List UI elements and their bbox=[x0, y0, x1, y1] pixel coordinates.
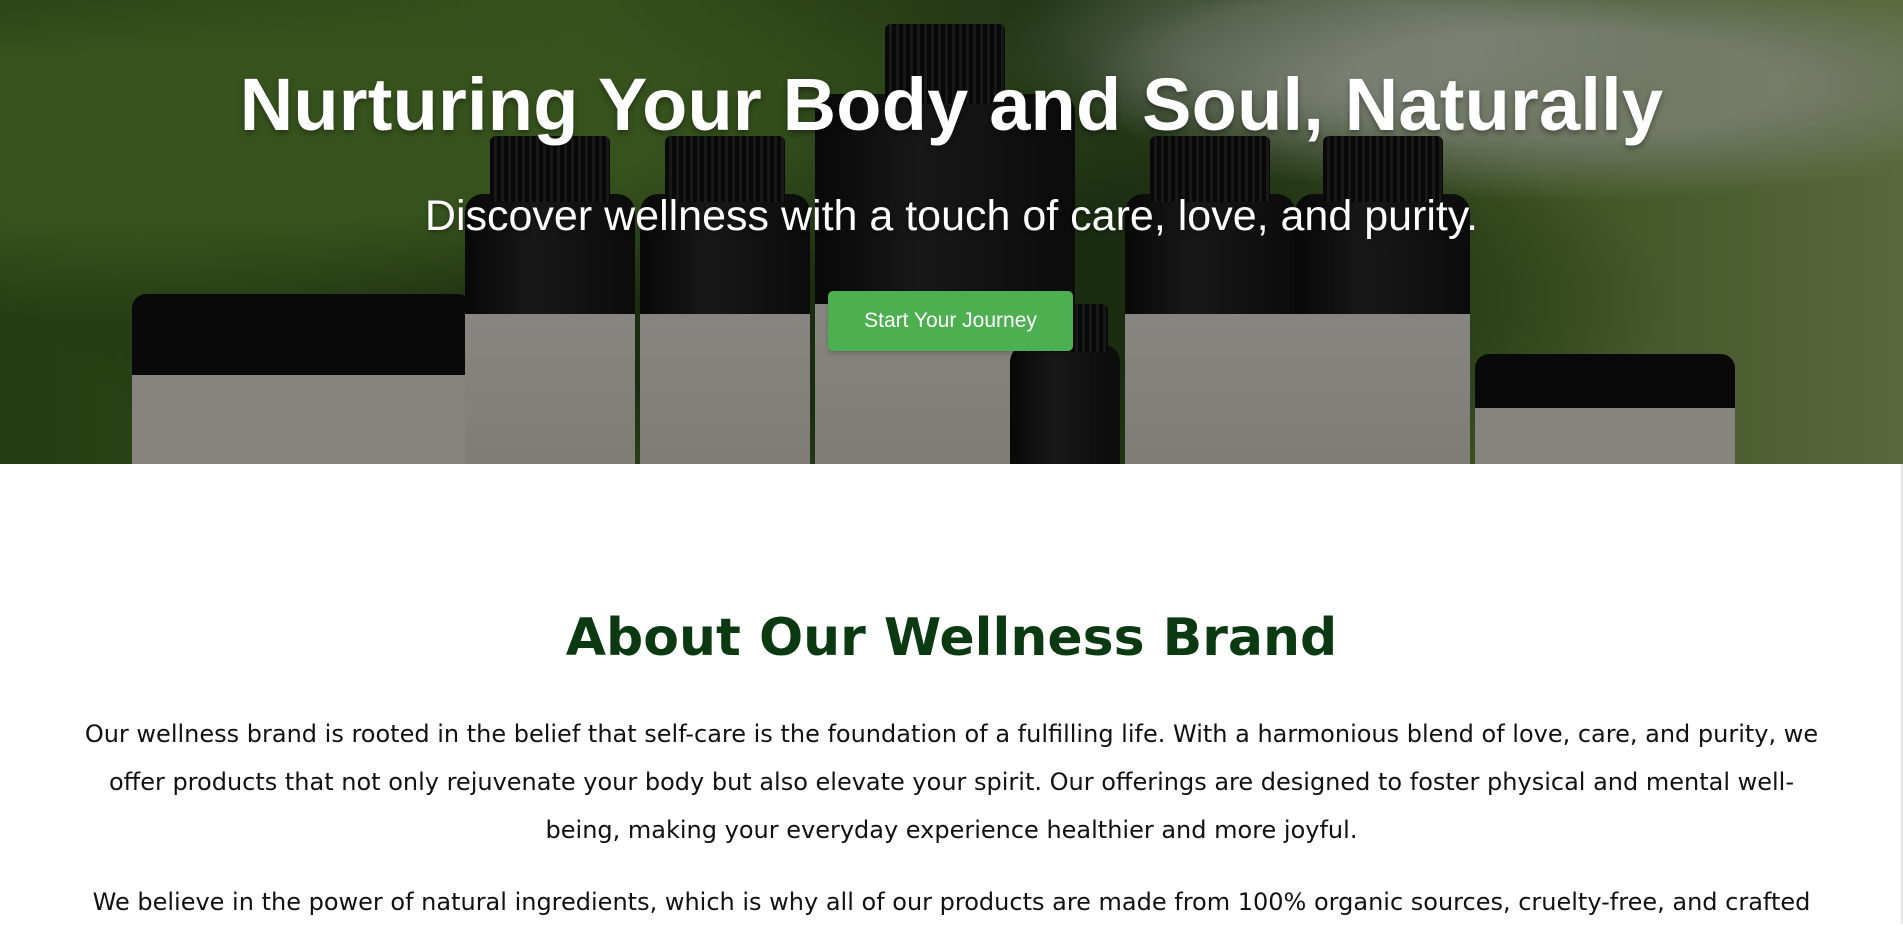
hero-subtitle: Discover wellness with a touch of care, … bbox=[424, 192, 1479, 240]
hero-content: Nurturing Your Body and Soul, Naturally … bbox=[0, 0, 1903, 464]
hero-title: Nurturing Your Body and Soul, Naturally bbox=[239, 63, 1664, 146]
about-title: About Our Wellness Brand bbox=[565, 608, 1338, 668]
about-paragraph-1: Our wellness brand is rooted in the beli… bbox=[84, 720, 1819, 844]
hero-section: Nurturing Your Body and Soul, Naturally … bbox=[0, 0, 1903, 464]
start-journey-button[interactable]: Start Your Journey bbox=[828, 291, 1073, 351]
about-paragraph-2: We believe in the power of natural ingre… bbox=[92, 888, 1811, 916]
about-section: About Our Wellness Brand Our wellness br… bbox=[0, 464, 1903, 924]
